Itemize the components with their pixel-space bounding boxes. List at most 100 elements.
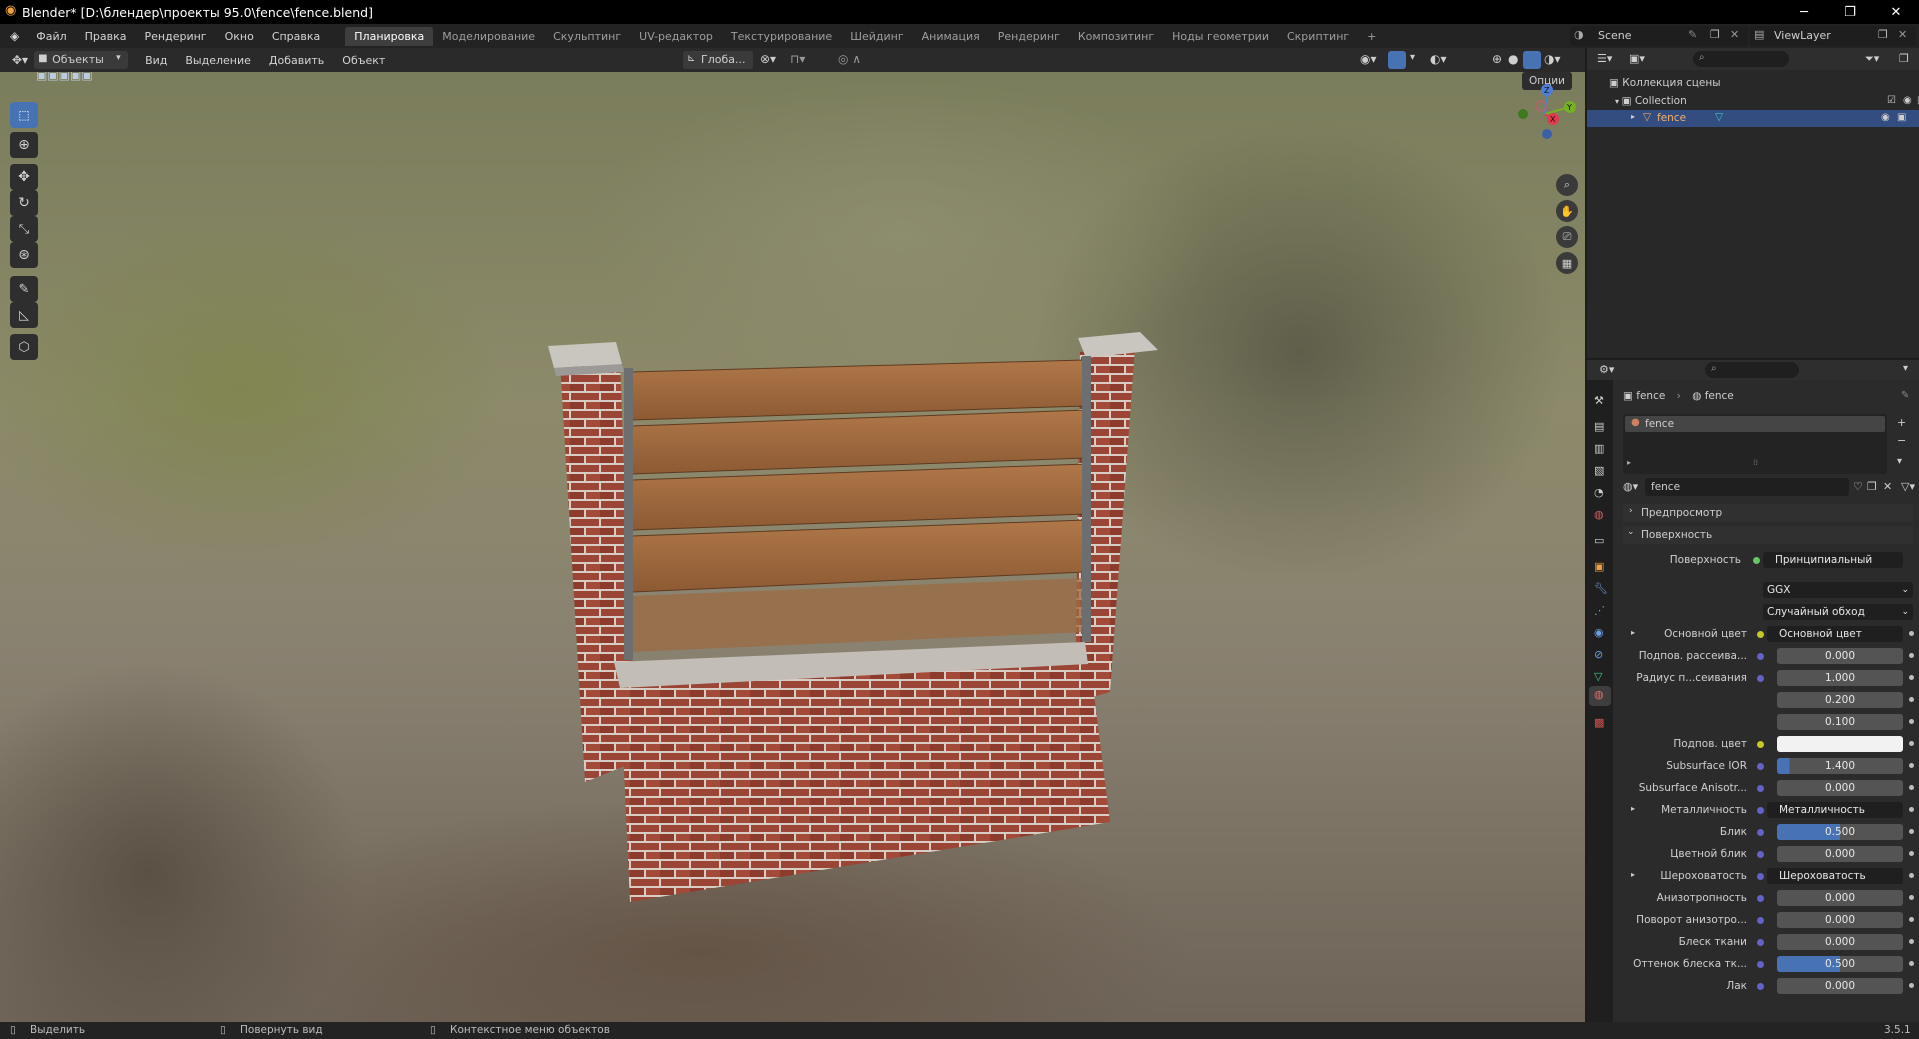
fake-user-icon[interactable]: ♡ bbox=[1853, 480, 1863, 493]
keyframe-dot-icon[interactable] bbox=[1909, 873, 1914, 878]
render-tab-icon[interactable]: ▤ bbox=[1594, 420, 1604, 433]
input-socket-icon[interactable] bbox=[1757, 653, 1764, 660]
filter-icon[interactable]: ⏷▾ bbox=[1865, 52, 1879, 66]
input-socket-icon[interactable] bbox=[1757, 675, 1764, 682]
keyframe-dot-icon[interactable] bbox=[1909, 851, 1914, 856]
tab-uv-editing[interactable]: UV-редактор bbox=[630, 27, 722, 46]
bsdf-input-field[interactable]: 0.500 bbox=[1777, 824, 1903, 840]
input-socket-icon[interactable] bbox=[1757, 961, 1764, 968]
bsdf-input-field[interactable]: 0.000 bbox=[1777, 648, 1903, 664]
camera-icon[interactable]: ▣ bbox=[1897, 112, 1906, 123]
input-socket-icon[interactable] bbox=[1757, 895, 1764, 902]
add-cube-tool[interactable]: ⬡ bbox=[10, 334, 38, 360]
expand-icon[interactable]: ▸ bbox=[1631, 628, 1635, 637]
bsdf-input-field[interactable]: 0.000 bbox=[1777, 912, 1903, 928]
expand-icon[interactable]: ▸ bbox=[1627, 458, 1631, 467]
tab-modeling[interactable]: Моделирование bbox=[433, 27, 544, 46]
tab-rendering[interactable]: Рендеринг bbox=[989, 27, 1069, 46]
add-workspace-button[interactable]: + bbox=[1358, 27, 1385, 46]
input-socket-icon[interactable] bbox=[1757, 763, 1764, 770]
menu-add[interactable]: Добавить bbox=[260, 54, 333, 67]
input-socket-icon[interactable] bbox=[1757, 807, 1764, 814]
duplicate-material-icon[interactable]: ❐ bbox=[1867, 480, 1877, 493]
keyframe-dot-icon[interactable] bbox=[1909, 917, 1914, 922]
object-tab-icon[interactable]: ▣ bbox=[1594, 560, 1604, 573]
menu-window[interactable]: Окно bbox=[216, 30, 263, 43]
bsdf-input-field[interactable]: 0.000 bbox=[1777, 780, 1903, 796]
pin-icon[interactable]: ✎ bbox=[1688, 28, 1697, 41]
menu-select[interactable]: Выделение bbox=[176, 54, 260, 67]
keyframe-dot-icon[interactable] bbox=[1909, 741, 1914, 746]
output-tab-icon[interactable]: ▥ bbox=[1594, 442, 1604, 455]
mesh-data-icon[interactable]: ▽ bbox=[1715, 111, 1723, 123]
neg-z-handle[interactable] bbox=[1542, 129, 1552, 139]
visibility-icon[interactable]: ◉▾ bbox=[1360, 52, 1377, 66]
new-collection-icon[interactable]: ❐ bbox=[1899, 52, 1909, 65]
bsdf-input-field[interactable]: 1.000 bbox=[1777, 670, 1903, 686]
delete-scene-icon[interactable]: ✕ bbox=[1730, 28, 1739, 41]
keyframe-dot-icon[interactable] bbox=[1909, 829, 1914, 834]
input-socket-icon[interactable] bbox=[1757, 983, 1764, 990]
tab-shading[interactable]: Шейдинг bbox=[841, 27, 912, 46]
tab-layout[interactable]: Планировка bbox=[345, 26, 434, 46]
select-mode-icons[interactable]: ▣▣▣▣▣ bbox=[36, 72, 126, 84]
distribution-dropdown[interactable]: GGX ⌄ bbox=[1763, 582, 1913, 598]
move-tool[interactable]: ✥ bbox=[10, 164, 38, 190]
snap-icon[interactable]: ⊓▾ bbox=[790, 52, 805, 66]
new-view-layer-icon[interactable]: ❐ bbox=[1878, 28, 1888, 41]
new-scene-icon[interactable]: ❐ bbox=[1710, 28, 1720, 41]
transform-orientation[interactable]: ⊾ Глоба... bbox=[683, 51, 753, 69]
editor-type-icon[interactable]: ✥▾ bbox=[12, 53, 28, 67]
input-socket-icon[interactable] bbox=[1757, 851, 1764, 858]
delete-view-layer-icon[interactable]: ✕ bbox=[1898, 28, 1907, 41]
rendered-shading-icon[interactable]: ◑▾ bbox=[1544, 52, 1561, 66]
keyframe-dot-icon[interactable] bbox=[1909, 719, 1914, 724]
keyframe-dot-icon[interactable] bbox=[1909, 807, 1914, 812]
modifier-tab-icon[interactable]: 🔧︎ bbox=[1594, 582, 1608, 595]
neg-x-handle[interactable] bbox=[1535, 100, 1547, 112]
transform-tool[interactable]: ⊛ bbox=[10, 242, 38, 268]
rotate-tool[interactable]: ↻ bbox=[10, 190, 38, 216]
blender-menu-icon[interactable]: ◈ bbox=[10, 29, 19, 43]
pin-icon[interactable]: ✎ bbox=[1901, 390, 1909, 401]
collection-tab-icon[interactable]: ▭ bbox=[1594, 534, 1604, 547]
select-box-tool[interactable]: ⬚ bbox=[10, 102, 38, 128]
neg-y-handle[interactable] bbox=[1518, 109, 1528, 119]
tab-compositing[interactable]: Композитинг bbox=[1069, 27, 1163, 46]
maximize-button[interactable]: ❐ bbox=[1827, 0, 1873, 24]
3d-viewport[interactable]: ▣▣▣▣▣ Опции ⬚ ⊕ ✥ ↻ ⤡ ⊛ ✎ ◺ ⬡ Z Y X ⌕ ✋ … bbox=[0, 72, 1585, 1022]
bsdf-input-field[interactable]: 0.000 bbox=[1777, 846, 1903, 862]
close-button[interactable]: ✕ bbox=[1873, 0, 1919, 24]
bsdf-input-field[interactable]: Металличность bbox=[1767, 802, 1903, 818]
particles-tab-icon[interactable]: ⋰ bbox=[1594, 604, 1605, 617]
outliner-row-scene-collection[interactable]: ▣ Коллекция сцены bbox=[1609, 77, 1721, 89]
pivot-icon[interactable]: ⊗▾ bbox=[760, 52, 776, 66]
eye-icon[interactable]: ◉ bbox=[1903, 95, 1912, 106]
fence-model[interactable] bbox=[540, 302, 1170, 922]
gizmo-toggle-icon[interactable] bbox=[1388, 51, 1406, 69]
bsdf-input-field[interactable]: Шероховатость bbox=[1767, 868, 1903, 884]
keyframe-dot-icon[interactable] bbox=[1909, 785, 1914, 790]
bsdf-input-field[interactable]: Основной цвет bbox=[1767, 626, 1903, 642]
chevron-down-icon[interactable]: ▾ bbox=[1410, 52, 1415, 63]
overlay-icon[interactable]: ◐▾ bbox=[1430, 52, 1447, 66]
subsurface-method-dropdown[interactable]: Случайный обход ⌄ bbox=[1763, 604, 1913, 620]
outliner-search-input[interactable]: ⌕ bbox=[1693, 51, 1789, 67]
outliner-row-collection[interactable]: ▾ ▣ Collection ☑ ◉ ▣ bbox=[1615, 95, 1919, 107]
remove-slot-icon[interactable]: − bbox=[1897, 434, 1906, 447]
properties-search-input[interactable]: ⌕ bbox=[1705, 362, 1799, 378]
keyframe-dot-icon[interactable] bbox=[1909, 653, 1914, 658]
unlink-material-icon[interactable]: ✕ bbox=[1883, 480, 1892, 493]
scene-tab-icon[interactable]: ◔ bbox=[1594, 486, 1604, 499]
bsdf-input-field[interactable]: 0.000 bbox=[1777, 978, 1903, 994]
keyframe-dot-icon[interactable] bbox=[1909, 961, 1914, 966]
eye-icon[interactable]: ◉ bbox=[1881, 112, 1890, 123]
bsdf-input-field[interactable] bbox=[1777, 736, 1903, 752]
input-socket-icon[interactable] bbox=[1757, 741, 1764, 748]
material-name-field[interactable]: fence bbox=[1645, 478, 1849, 496]
menu-render[interactable]: Рендеринг bbox=[136, 30, 216, 43]
input-socket-icon[interactable] bbox=[1757, 873, 1764, 880]
tab-animation[interactable]: Анимация bbox=[913, 27, 989, 46]
tab-scripting[interactable]: Скриптинг bbox=[1278, 27, 1358, 46]
bsdf-input-field[interactable]: 0.000 bbox=[1777, 934, 1903, 950]
